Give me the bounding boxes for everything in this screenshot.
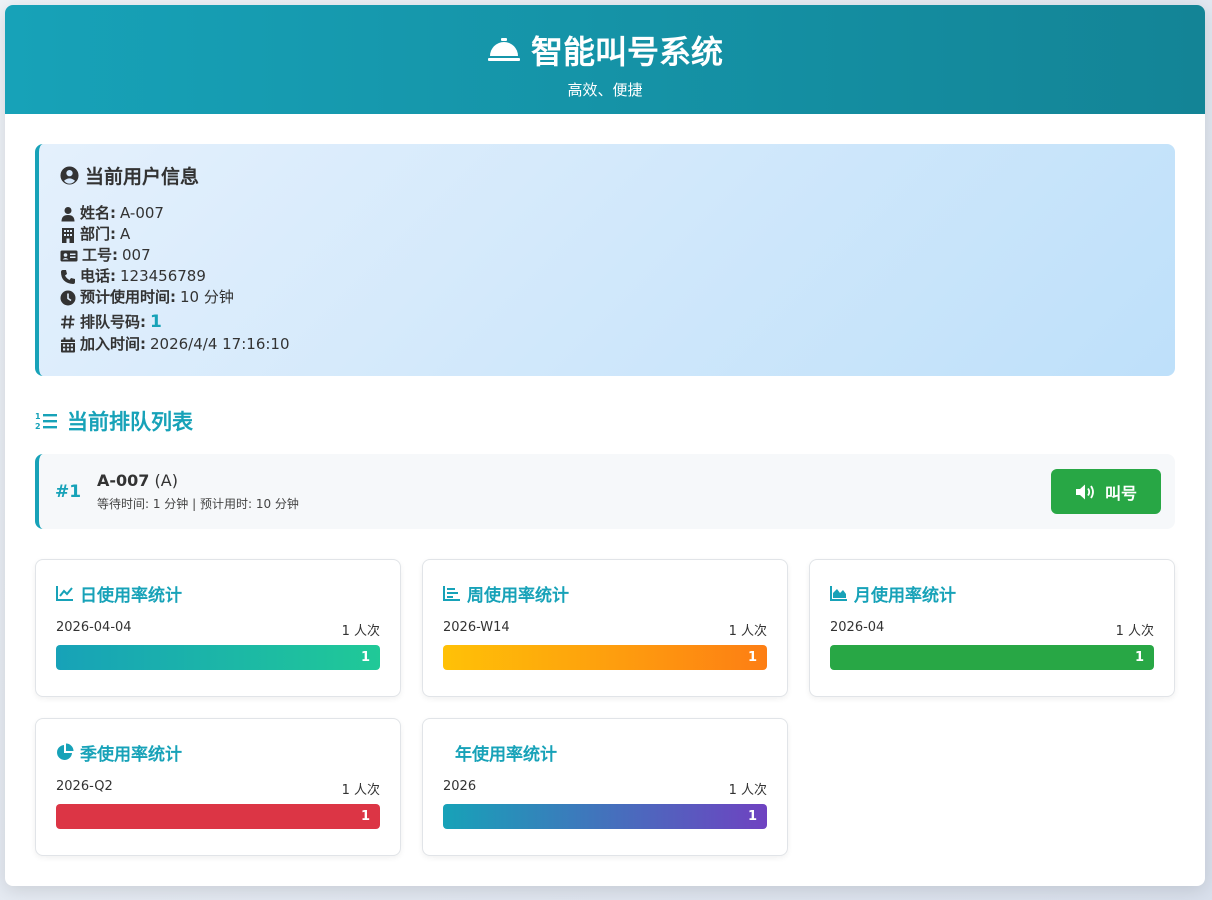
building-icon [62, 227, 74, 243]
user-name-row: 姓名: A-007 [60, 203, 1155, 224]
user-info-card: 当前用户信息 姓名: A-007 部门: A 工号: 007 电话: 12345… [35, 144, 1175, 376]
stat-period: 2026-Q2 [56, 779, 113, 794]
queue-item-info: A-007 (A) 等待时间: 1 分钟 | 预计用时: 10 分钟 [97, 471, 299, 512]
queue-section-title: 1 2 当前排队列表 [35, 410, 193, 434]
user-dept-value: A [120, 225, 131, 243]
app-title: 智能叫号系统 [530, 33, 723, 71]
stat-card-month: 月使用率统计 2026-04 1 人次 1 [809, 559, 1175, 697]
queue-item: #1 A-007 (A) 等待时间: 1 分钟 | 预计用时: 10 分钟 叫号 [35, 454, 1175, 529]
stat-title: 日使用率统计 [56, 582, 380, 606]
user-icon [61, 206, 75, 221]
user-name-value: A-007 [120, 204, 164, 222]
stat-period: 2026-W14 [443, 620, 510, 635]
stat-card-week: 周使用率统计 2026-W14 1 人次 1 [422, 559, 788, 697]
user-info-heading: 当前用户信息 [60, 162, 1155, 189]
app-window: 智能叫号系统 高效、便捷 当前用户信息 姓名: A-007 部门: A 工号: … [5, 5, 1205, 886]
pie-chart-icon [57, 743, 74, 760]
user-est-time-row: 预计使用时间: 10 分钟 [60, 287, 1155, 308]
queue-number: 1 [150, 312, 162, 332]
stat-count: 1 人次 [728, 624, 767, 639]
stat-title: 年使用率统计 [455, 744, 557, 765]
join-time-value: 2026/4/4 17:16:10 [150, 335, 290, 353]
stat-bar: 1 [56, 804, 380, 829]
stat-bar: 1 [443, 645, 767, 670]
stat-count: 1 人次 [1115, 624, 1154, 639]
clock-icon [60, 290, 76, 305]
header: 智能叫号系统 高效、便捷 [5, 5, 1205, 114]
user-queue-row: 排队号码: 1 [60, 310, 1155, 334]
stat-bar: 1 [830, 645, 1154, 670]
page-title: 智能叫号系统 [487, 27, 723, 73]
stat-period: 2026-04 [830, 620, 885, 635]
bar-chart-icon [443, 586, 460, 601]
user-id-value: 007 [122, 246, 151, 264]
stat-bar: 1 [56, 645, 380, 670]
calendar-icon [61, 337, 75, 352]
user-id-row: 工号: 007 [60, 245, 1155, 266]
app-subtitle: 高效、便捷 [567, 81, 643, 99]
user-circle-icon [60, 166, 79, 185]
volume-up-icon [1075, 484, 1094, 499]
stat-title: 月使用率统计 [830, 582, 1154, 606]
svg-text:1: 1 [35, 412, 41, 421]
stat-count: 1 人次 [341, 783, 380, 798]
user-phone-value: 123456789 [120, 267, 206, 285]
ordered-list-icon: 1 2 [35, 412, 57, 431]
user-dept-row: 部门: A [60, 224, 1155, 245]
stat-period: 2026-04-04 [56, 620, 132, 635]
line-chart-icon [56, 586, 73, 601]
hashtag-icon [61, 315, 75, 329]
svg-text:2: 2 [35, 422, 41, 431]
concierge-bell-icon [487, 38, 520, 61]
area-chart-icon [830, 586, 847, 601]
stat-card-year: 年使用率统计 2026 1 人次 1 [422, 718, 788, 856]
queue-position: #1 [55, 481, 82, 502]
phone-icon [61, 269, 75, 284]
id-card-icon [60, 250, 78, 261]
user-phone-row: 电话: 123456789 [60, 266, 1155, 287]
stat-card-quarter: 季使用率统计 2026-Q2 1 人次 1 [35, 718, 401, 856]
user-join-row: 加入时间: 2026/4/4 17:16:10 [60, 334, 1155, 355]
stat-card-day: 日使用率统计 2026-04-04 1 人次 1 [35, 559, 401, 697]
stat-count: 1 人次 [341, 624, 380, 639]
stats-grid: 日使用率统计 2026-04-04 1 人次 1 周使用率统计 2026-W14… [35, 559, 1175, 856]
queue-item-name: A-007 (A) [97, 471, 178, 490]
call-button-label: 叫号 [1104, 483, 1137, 503]
call-button[interactable]: 叫号 [1051, 469, 1161, 514]
user-est-time-value: 10 分钟 [180, 288, 234, 306]
stat-period: 2026 [443, 779, 477, 794]
stat-title: 周使用率统计 [443, 582, 767, 606]
stat-title: 季使用率统计 [56, 741, 380, 765]
stat-bar: 1 [443, 804, 767, 829]
stat-count: 1 人次 [728, 783, 767, 798]
queue-item-meta: 等待时间: 1 分钟 | 预计用时: 10 分钟 [97, 497, 299, 511]
